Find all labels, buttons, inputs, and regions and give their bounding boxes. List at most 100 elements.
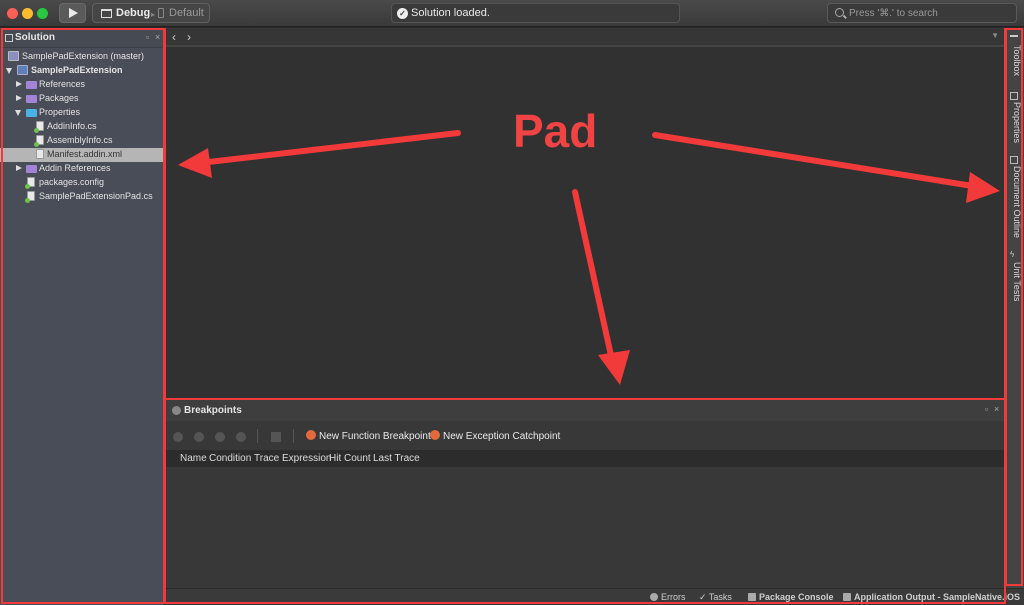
side-tab-unit-tests[interactable]: Unit Tests xyxy=(1008,262,1022,301)
solution-pad-title: Solution xyxy=(15,32,55,43)
errors-button[interactable]: Errors xyxy=(650,592,686,602)
csharp-file-icon xyxy=(25,191,35,203)
lightning-icon: ϟ xyxy=(1010,250,1015,259)
new-function-breakpoint-button[interactable]: New Function Breakpoint xyxy=(306,430,431,442)
solution-icon xyxy=(5,34,13,42)
chevron-right-icon[interactable] xyxy=(16,95,22,101)
breakpoint-icon xyxy=(172,406,181,415)
new-function-breakpoint-label: New Function Breakpoint xyxy=(319,431,431,442)
disable-breakpoint-icon[interactable] xyxy=(173,432,183,442)
toolbox-icon xyxy=(1010,35,1018,43)
configuration-selector[interactable]: Debug ▸ Default xyxy=(92,3,210,23)
solution-icon xyxy=(8,51,19,61)
new-exception-catchpoint-label: New Exception Catchpoint xyxy=(443,431,561,442)
tree-item-packages[interactable]: Packages xyxy=(0,92,164,106)
tree-item-properties[interactable]: Properties xyxy=(0,106,164,120)
remove-breakpoint-icon[interactable] xyxy=(236,432,246,442)
breakpoints-table-header: Name Condition Trace Expression Hit Coun… xyxy=(166,450,1005,467)
side-tab-document-outline[interactable]: Document Outline xyxy=(1008,166,1022,238)
breakpoints-table-body[interactable] xyxy=(166,467,1005,588)
side-tab-properties[interactable]: Properties xyxy=(1008,102,1022,143)
column-header-hit-count[interactable]: Hit Count xyxy=(329,453,371,464)
run-button[interactable] xyxy=(59,3,86,23)
column-header-name[interactable]: Name xyxy=(180,453,207,464)
properties-icon[interactable] xyxy=(271,432,281,442)
tree-item-label: SamplePadExtension (master) xyxy=(22,51,145,61)
console-icon xyxy=(843,593,851,601)
breakpoints-toolbar: New Function Breakpoint New Exception Ca… xyxy=(166,422,1005,449)
chevron-right-icon[interactable] xyxy=(16,165,22,171)
application-output-button[interactable]: Application Output - SampleNative.iOS xyxy=(843,592,1020,602)
annotation-label: Pad xyxy=(513,105,598,157)
folder-icon xyxy=(26,95,37,103)
package-console-button[interactable]: Package Console xyxy=(748,592,834,602)
chevron-right-icon[interactable] xyxy=(16,81,22,87)
chevron-right-icon[interactable]: › xyxy=(187,30,191,44)
search-input[interactable] xyxy=(847,5,1012,21)
column-header-condition[interactable]: Condition xyxy=(209,453,251,464)
tree-item-project[interactable]: SamplePadExtension xyxy=(0,64,164,78)
side-tab-toolbox[interactable]: Toolbox xyxy=(1008,45,1022,76)
csharp-file-icon xyxy=(34,121,44,133)
search-icon xyxy=(835,8,844,17)
console-icon xyxy=(748,593,756,601)
tree-item-addininfo[interactable]: AddinInfo.cs xyxy=(0,120,164,134)
tree-item-label: Manifest.addin.xml xyxy=(47,149,123,159)
right-dock-strip: Toolbox Properties Document Outline ϟ Un… xyxy=(1006,28,1024,588)
window-maximize-button[interactable] xyxy=(37,8,48,19)
tree-item-label: Addin References xyxy=(39,163,111,173)
close-icon[interactable]: × xyxy=(994,404,999,414)
chevron-down-icon[interactable]: ▼ xyxy=(991,31,999,40)
status-bar: Errors ✓ Tasks Package Console Applicati… xyxy=(166,588,1024,605)
dock-icon[interactable]: ▫ xyxy=(985,404,988,414)
tasks-label: Tasks xyxy=(708,592,732,602)
tree-item-assemblyinfo[interactable]: AssemblyInfo.cs xyxy=(0,134,164,148)
tree-item-addin-references[interactable]: Addin References xyxy=(0,162,164,176)
play-icon xyxy=(69,8,78,18)
tree-item-label: AddinInfo.cs xyxy=(47,121,97,131)
status-text: Solution loaded. xyxy=(411,7,490,19)
breakpoints-pad-header: Breakpoints ▫ × xyxy=(166,400,1005,421)
tree-item-solution[interactable]: SamplePadExtension (master) xyxy=(0,50,164,64)
checkmark-icon: ✓ xyxy=(397,8,408,19)
column-header-last-trace[interactable]: Last Trace xyxy=(373,453,420,464)
folder-icon xyxy=(26,109,37,117)
dock-icon[interactable]: ▫ xyxy=(146,32,149,42)
solution-pad: Solution ▫ × SamplePadExtension (master)… xyxy=(0,28,164,605)
chevron-down-icon[interactable] xyxy=(15,110,21,116)
project-icon xyxy=(17,65,28,75)
close-icon[interactable]: × xyxy=(155,32,160,42)
window-close-button[interactable] xyxy=(7,8,18,19)
tree-item-label: SamplePadExtensionPad.cs xyxy=(39,191,153,201)
column-header-trace-expression[interactable]: Trace Expression xyxy=(254,453,331,464)
tree-item-packages-config[interactable]: packages.config xyxy=(0,176,164,190)
tasks-button[interactable]: ✓ Tasks xyxy=(699,592,732,603)
new-exception-catchpoint-button[interactable]: New Exception Catchpoint xyxy=(430,430,560,442)
breakpoints-pad-title: Breakpoints xyxy=(184,405,242,416)
search-box[interactable] xyxy=(827,3,1017,23)
tree-item-pad-cs[interactable]: SamplePadExtensionPad.cs xyxy=(0,190,164,204)
tree-item-label: SamplePadExtension xyxy=(31,65,123,75)
application-output-label: Application Output - SampleNative.iOS xyxy=(854,592,1021,602)
device-icon xyxy=(158,8,164,18)
tree-item-references[interactable]: References xyxy=(0,78,164,92)
chevron-left-icon[interactable]: ‹ xyxy=(172,30,176,44)
disable-all-icon[interactable] xyxy=(215,432,225,442)
new-catchpoint-icon xyxy=(430,430,440,440)
main-toolbar: Debug ▸ Default ✓ Solution loaded. xyxy=(0,0,1024,27)
breakpoints-pad: Breakpoints ▫ × New Function Breakpoint … xyxy=(166,400,1005,588)
tree-item-label: References xyxy=(39,79,86,89)
window-minimize-button[interactable] xyxy=(22,8,33,19)
editor-area[interactable]: ‹ › ▼ xyxy=(166,28,1005,398)
new-breakpoint-icon xyxy=(306,430,316,440)
toggle-breakpoint-icon[interactable] xyxy=(194,432,204,442)
folder-icon xyxy=(26,165,37,173)
chevron-down-icon[interactable] xyxy=(6,68,12,74)
tree-item-manifest[interactable]: Manifest.addin.xml xyxy=(0,148,164,162)
status-area: ✓ Solution loaded. xyxy=(391,3,680,23)
csharp-file-icon xyxy=(34,135,44,147)
package-console-label: Package Console xyxy=(759,592,834,602)
config-file-icon xyxy=(25,177,35,189)
error-icon xyxy=(650,593,658,601)
xml-file-icon xyxy=(36,149,44,159)
